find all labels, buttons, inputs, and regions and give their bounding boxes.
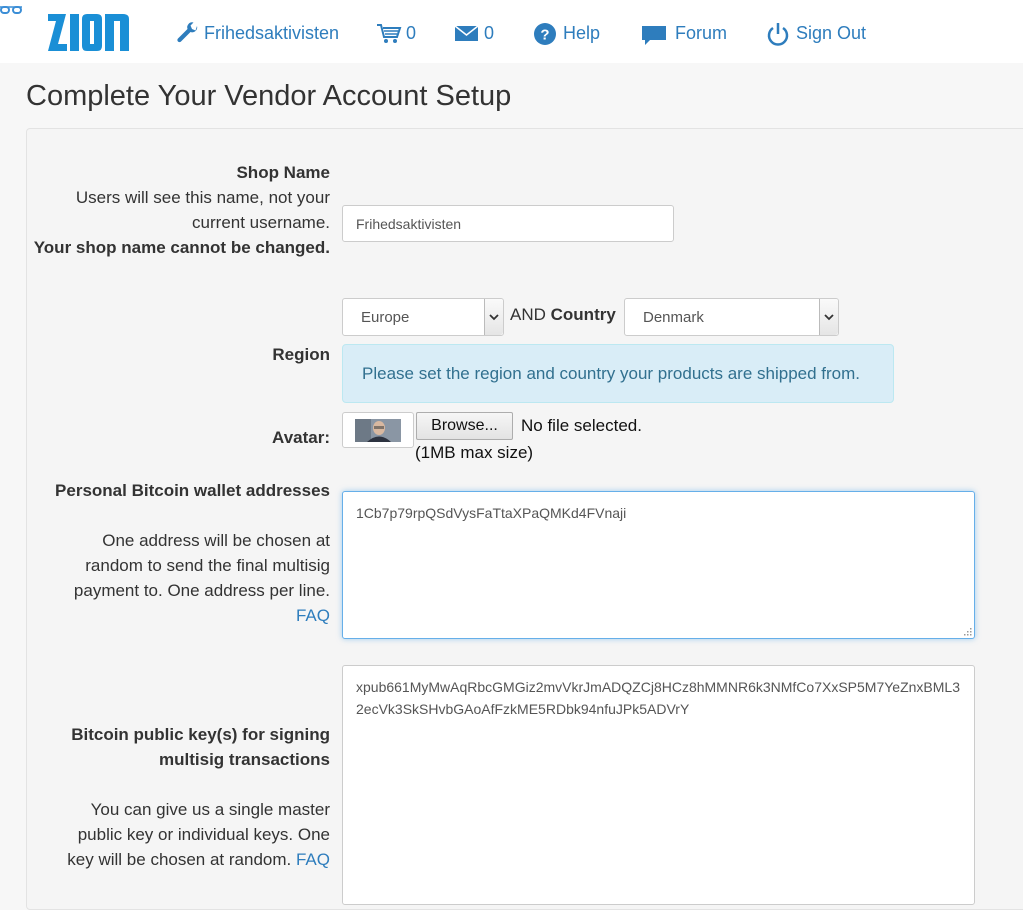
pubkeys-textarea[interactable]: xpub661MyMwAqRbcGMGiz2mvVkrJmADQZCj8HCz8…: [342, 665, 975, 905]
pubkeys-label: Bitcoin public key(s) for signing multis…: [71, 725, 330, 769]
file-status-text: No file selected.: [521, 416, 642, 435]
nav-forum-label: Forum: [675, 22, 728, 43]
zion-logo[interactable]: [48, 11, 130, 54]
country-label: Country: [550, 305, 616, 324]
avatar-image: [355, 418, 401, 442]
nav-account-label: Frihedsaktivisten: [204, 22, 340, 43]
avatar-label: Avatar:: [272, 428, 330, 447]
wallet-faq-link[interactable]: FAQ: [296, 606, 330, 625]
svg-text:?: ?: [540, 27, 549, 44]
wallet-help: One address will be chosen at random to …: [73, 531, 330, 600]
navbar: Frihedsaktivisten 0 0 ? Help Forum Sign …: [0, 0, 1023, 63]
region-info-alert: Please set the region and country your p…: [342, 344, 894, 403]
cart-icon: [377, 24, 402, 43]
and-text: AND: [510, 305, 546, 324]
glasses-icon: [0, 6, 22, 14]
resize-grip-icon[interactable]: [962, 626, 972, 636]
region-label: Region: [272, 345, 330, 364]
comment-icon: [642, 26, 666, 45]
shop-name-input[interactable]: Frihedsaktivisten: [342, 205, 674, 242]
power-icon: [767, 23, 789, 46]
pubkeys-value: xpub661MyMwAqRbcGMGiz2mvVkrJmADQZCj8HCz8…: [356, 679, 960, 717]
nav-messages-link[interactable]: 0: [454, 19, 494, 47]
nav-signout-link[interactable]: Sign Out: [766, 19, 866, 47]
wallet-addresses-value: 1Cb7p79rpQSdVysFaTtaXPaQMKd4FVnaji: [356, 505, 627, 521]
chevron-down-icon: [484, 299, 503, 335]
wallet-label: Personal Bitcoin wallet addresses: [55, 481, 330, 500]
page-title: Complete Your Vendor Account Setup: [26, 80, 512, 112]
shop-name-help: Users will see this name, not your curre…: [75, 188, 330, 232]
question-icon: ?: [534, 23, 556, 45]
nav-forum-link[interactable]: Forum: [641, 19, 727, 47]
wallet-addresses-textarea[interactable]: 1Cb7p79rpQSdVysFaTtaXPaQMKd4FVnaji: [342, 491, 975, 639]
nav-signout-label: Sign Out: [796, 22, 867, 43]
wallet-label-group: Personal Bitcoin wallet addresses One ad…: [50, 478, 330, 628]
pubkeys-faq-link[interactable]: FAQ: [296, 850, 330, 869]
shop-name-label: Shop Name: [236, 163, 330, 182]
pubkeys-label-group: Bitcoin public key(s) for signing multis…: [50, 722, 330, 872]
nav-cart-link[interactable]: 0: [376, 19, 416, 47]
envelope-icon: [454, 25, 479, 41]
country-select-value: Denmark: [643, 308, 704, 326]
browse-button[interactable]: Browse...: [416, 412, 513, 440]
nav-help-label: Help: [563, 22, 601, 43]
and-country-label: AND Country: [510, 305, 616, 325]
nav-account-link[interactable]: Frihedsaktivisten: [176, 19, 339, 47]
nav-help-link[interactable]: ? Help: [533, 19, 600, 47]
wrench-icon: [177, 22, 198, 43]
country-select[interactable]: Denmark: [624, 298, 839, 336]
avatar-max-size: (1MB max size): [415, 443, 534, 462]
region-select-value: Europe: [361, 308, 410, 326]
cart-count: 0: [406, 22, 417, 43]
message-count: 0: [484, 22, 495, 43]
avatar-preview: [342, 412, 414, 448]
chevron-down-icon: [819, 299, 838, 335]
shop-name-warning: Your shop name cannot be changed.: [33, 238, 330, 257]
shop-name-label-group: Shop Name Users will see this name, not …: [30, 160, 330, 260]
pubkeys-help: You can give us a single master public k…: [67, 800, 330, 869]
region-select[interactable]: Europe: [342, 298, 504, 336]
